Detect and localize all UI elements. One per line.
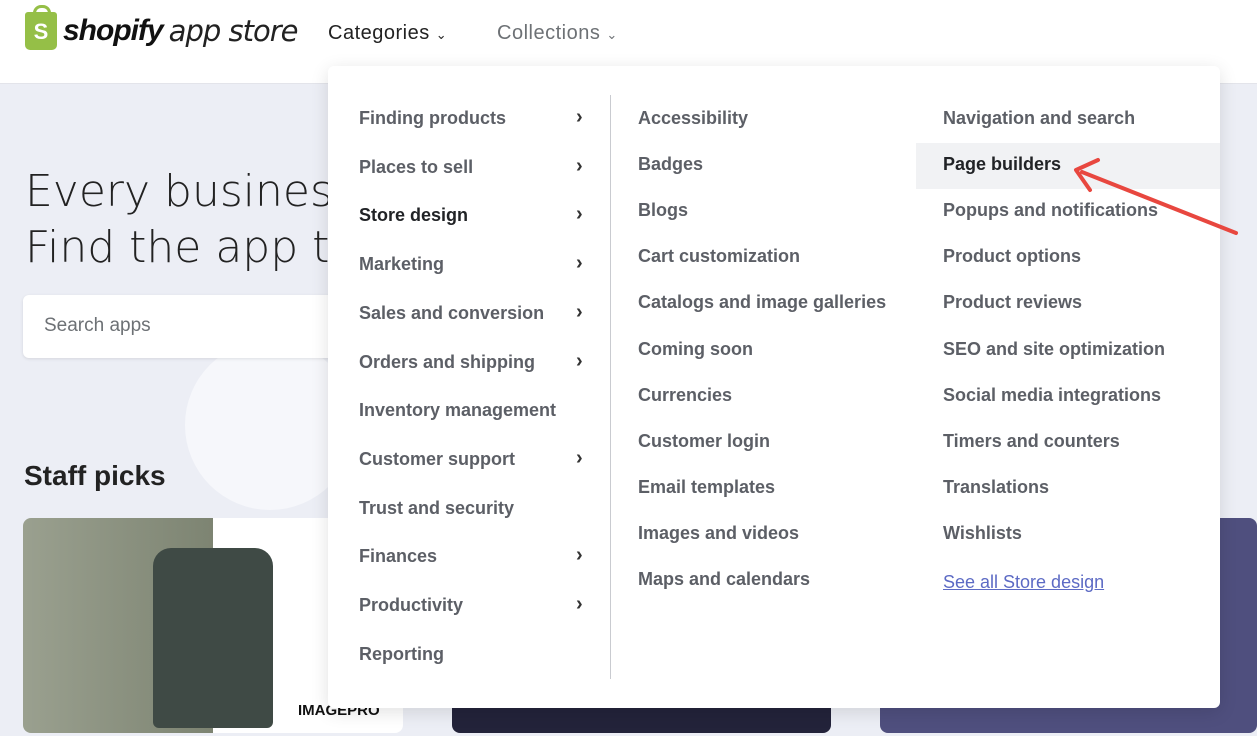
annotation-arrow	[1074, 158, 1238, 235]
